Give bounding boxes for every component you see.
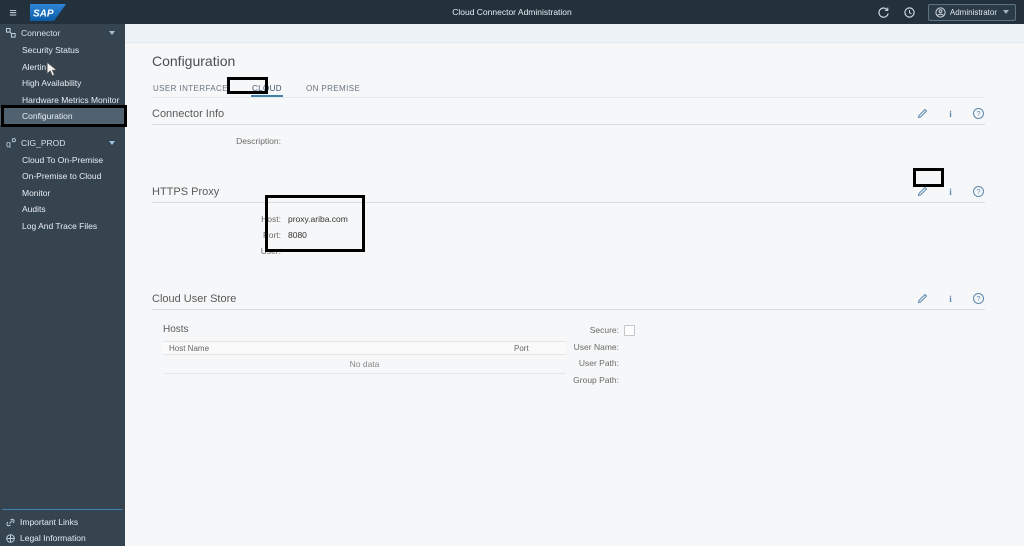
edit-pencil-icon[interactable] <box>916 292 929 305</box>
sidebar-group-cig-prod[interactable]: g CIG_PROD <box>0 134 125 152</box>
section-title: Cloud User Store <box>152 292 237 305</box>
subaccount-icon: g <box>6 137 16 148</box>
sap-logo-icon: SAP <box>30 3 66 21</box>
sidebar-item-log-and-trace-files[interactable]: Log And Trace Files <box>0 218 125 235</box>
edit-pencil-icon[interactable] <box>916 107 929 120</box>
sidebar-divider <box>2 509 123 510</box>
section-connector-info: Connector Info i ? Description: <box>152 107 985 149</box>
page-title: Configuration <box>152 53 236 69</box>
sidebar-item-configuration[interactable]: Configuration <box>0 108 125 125</box>
menu-hamburger-icon[interactable]: ≡ <box>0 5 26 20</box>
proxy-user-label: User: <box>260 246 281 256</box>
legal-info-icon <box>6 533 15 543</box>
help-icon[interactable]: ? <box>972 185 985 198</box>
auto-refresh-timer-icon[interactable] <box>902 4 918 20</box>
sidebar-item-security-status[interactable]: Security Status <box>0 42 125 59</box>
chevron-down-icon <box>109 31 115 35</box>
app-window: ≡ SAP Cloud Connector Administration Adm… <box>0 0 1024 546</box>
tab-cloud[interactable]: CLOUD <box>250 82 283 97</box>
connector-nodes-icon <box>6 28 16 38</box>
sidebar-item-legal-information[interactable]: Legal Information <box>0 530 125 546</box>
proxy-host-value: proxy.ariba.com <box>288 214 348 224</box>
section-title: Connector Info <box>152 107 225 120</box>
topbar: ≡ SAP Cloud Connector Administration Adm… <box>0 0 1024 24</box>
tab-user-interface[interactable]: USER INTERFACE <box>152 82 229 97</box>
description-label: Description: <box>236 136 281 146</box>
section-https-proxy: HTTPS Proxy i ? Host: proxy.ariba.com Po… <box>152 185 985 259</box>
svg-text:g: g <box>6 139 11 148</box>
sidebar-item-alerting[interactable]: Alerting <box>0 59 125 76</box>
hosts-table: Host Name Port No data <box>163 341 566 374</box>
sidebar-item-audits[interactable]: Audits <box>0 201 125 218</box>
tab-on-premise[interactable]: ON PREMISE <box>305 82 361 97</box>
link-icon <box>6 518 15 526</box>
chevron-down-icon <box>1003 10 1009 14</box>
proxy-port-label: Port: <box>263 230 281 240</box>
svg-text:SAP: SAP <box>33 8 54 19</box>
sidebar-item-important-links[interactable]: Important Links <box>0 514 125 530</box>
cloud-user-store-fields: Secure: User Name: User Path: Group Path… <box>552 322 635 388</box>
edit-pencil-icon[interactable] <box>916 185 929 198</box>
app-title: Cloud Connector Administration <box>452 7 572 17</box>
proxy-host-label: Host: <box>261 214 281 224</box>
user-path-label: User Path: <box>578 358 619 369</box>
sidebar-group-label: CIG_PROD <box>21 137 66 148</box>
refresh-icon[interactable] <box>876 4 892 20</box>
sidebar-footer: Important Links Legal Information <box>0 509 125 546</box>
header-strip <box>125 24 1024 43</box>
help-icon[interactable]: ? <box>972 292 985 305</box>
sidebar-item-hardware-metrics-monitor[interactable]: Hardware Metrics Monitor <box>0 92 125 109</box>
user-menu[interactable]: Administrator <box>927 3 1016 21</box>
sidebar: Connector Security Status Alerting High … <box>0 24 125 546</box>
tab-bar: USER INTERFACE CLOUD ON PREMISE <box>152 82 985 98</box>
info-icon[interactable]: i <box>944 185 957 198</box>
sidebar-item-on-premise-to-cloud[interactable]: On-Premise to Cloud <box>0 168 125 185</box>
section-title: HTTPS Proxy <box>152 185 220 198</box>
secure-checkbox[interactable] <box>624 324 635 336</box>
chevron-down-icon <box>109 140 115 145</box>
group-path-label: Group Path: <box>573 374 619 385</box>
secure-label: Secure: <box>589 325 619 336</box>
sidebar-footer-label: Legal Information <box>20 533 86 543</box>
col-host-name: Host Name <box>169 343 210 353</box>
hosts-table-empty: No data <box>163 355 566 374</box>
main-content: Configuration USER INTERFACE CLOUD ON PR… <box>125 24 1024 546</box>
user-name-label: User Name: <box>573 341 619 352</box>
section-cloud-user-store: Cloud User Store i ? Hosts Host Name Por… <box>152 292 985 402</box>
info-icon[interactable]: i <box>944 292 957 305</box>
sidebar-group-connector[interactable]: Connector <box>0 24 125 42</box>
hosts-table-header: Host Name Port <box>163 341 566 355</box>
sidebar-group-label: Connector <box>21 28 61 38</box>
user-menu-label: Administrator <box>949 7 997 17</box>
info-icon[interactable]: i <box>944 107 957 120</box>
sidebar-item-cloud-to-on-premise[interactable]: Cloud To On-Premise <box>0 152 125 169</box>
proxy-port-value: 8080 <box>288 230 307 240</box>
help-icon[interactable]: ? <box>972 107 985 120</box>
sidebar-item-monitor[interactable]: Monitor <box>0 185 125 202</box>
sidebar-footer-label: Important Links <box>20 517 79 527</box>
person-icon <box>935 6 946 18</box>
sidebar-item-high-availability[interactable]: High Availability <box>0 75 125 92</box>
